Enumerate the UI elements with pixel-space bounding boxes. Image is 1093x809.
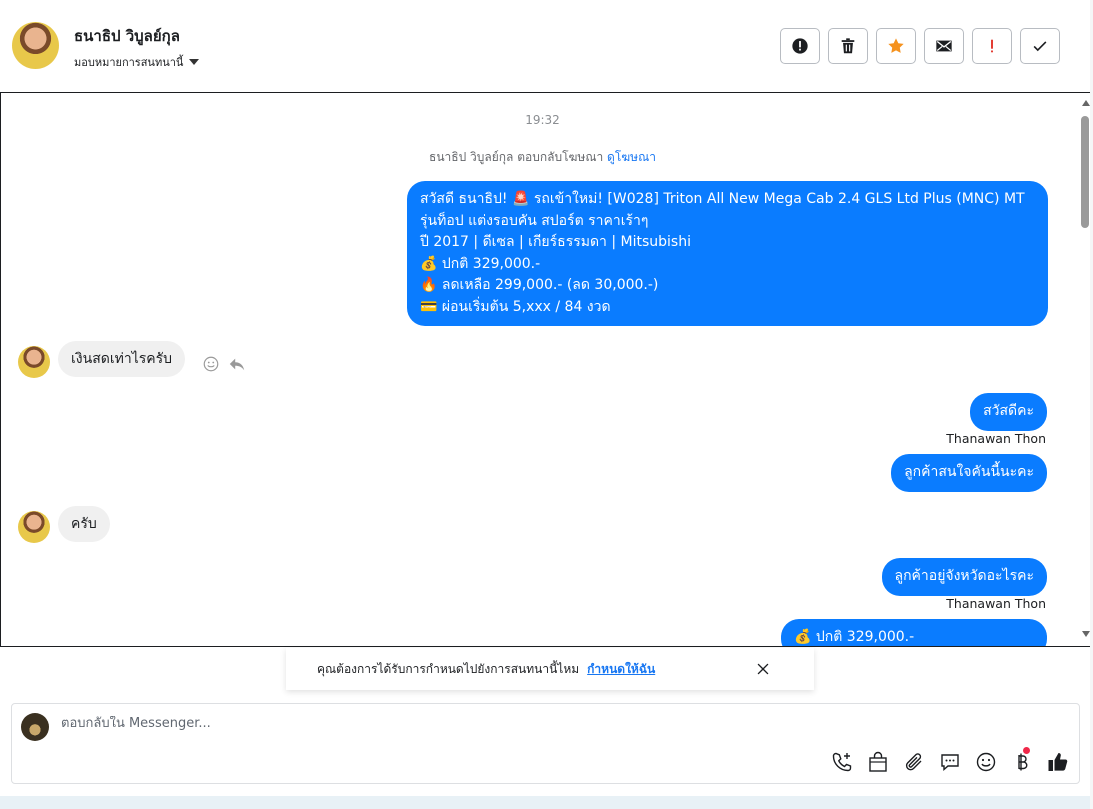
incoming-message[interactable]: เงินสดเท่าไรครับ <box>58 341 186 377</box>
conversation-header: ธนาธิป วิบูลย์กุล มอบหมายการสนทนานี้ <box>0 0 1093 92</box>
outgoing-message[interactable]: ลูกค้าสนใจคันนี้นะคะ <box>891 454 1047 492</box>
assign-prompt-toast: คุณต้องการได้รับการกำหนดไปยังการสนทนานี้… <box>286 648 814 690</box>
ad-message-line: 🔥 ลดเหลือ 299,000.- (ลด 30,000.-) <box>420 277 659 293</box>
message-thread[interactable]: 19:32 ธนาธิป วิบูลย์กุล ตอบกลับโฆษณา ดูโ… <box>0 92 1093 647</box>
ad-message-line: สวัสดี ธนาธิป! 🚨 รถเข้าใหม่! [W028] Trit… <box>420 191 1025 207</box>
incoming-message[interactable]: ครับ <box>58 506 110 542</box>
exclamation-icon <box>991 39 993 53</box>
notification-dot <box>1023 747 1030 754</box>
baht-payment-button[interactable] <box>1010 747 1034 774</box>
reply-input[interactable] <box>61 716 961 731</box>
trash-icon <box>841 38 855 54</box>
important-button[interactable] <box>972 28 1012 64</box>
envelope-icon <box>936 40 952 52</box>
star-button[interactable] <box>876 28 916 64</box>
check-icon <box>1033 41 1047 52</box>
scroll-down-arrow-icon[interactable] <box>1082 631 1090 637</box>
smiley-icon[interactable] <box>974 750 998 774</box>
outgoing-message[interactable]: สวัสดีคะ <box>970 393 1047 431</box>
sender-name: Thanawan Thon <box>946 431 1046 446</box>
composer-tools <box>830 747 1070 774</box>
reply-icon[interactable] <box>228 355 246 373</box>
assign-prompt-text: คุณต้องการได้รับการกำหนดไปยังการสนทนานี้… <box>317 661 580 676</box>
close-icon[interactable] <box>754 660 772 678</box>
done-button[interactable] <box>1020 28 1060 64</box>
ad-message-line: 💰 ปกติ 329,000.- <box>420 255 541 272</box>
caret-down-icon <box>189 59 200 65</box>
message-tools <box>202 355 246 373</box>
call-add-icon[interactable] <box>830 750 854 774</box>
ad-message-line: 💳 ผ่อนเริ่มต้น 5,xxx / 84 งวด <box>420 298 611 315</box>
header-actions <box>780 28 1060 64</box>
star-icon <box>888 38 904 53</box>
report-button[interactable] <box>780 28 820 64</box>
ad-reply-text: ธนาธิป วิบูลย์กุล ตอบกลับโฆษณา <box>429 150 604 164</box>
outgoing-message[interactable]: ลูกค้าอยู่จังหวัดอะไรคะ <box>881 558 1047 596</box>
scrollbar-thumb[interactable] <box>1081 116 1089 228</box>
ad-message-line: รุ่นท็อป แต่งรอบคัน สปอร์ต ราคาเร้าๆ <box>420 212 649 229</box>
exclamation-circle-icon <box>792 38 808 54</box>
message-composer <box>11 703 1080 784</box>
view-ad-link[interactable]: ดูโฆษณา <box>607 150 656 164</box>
contact-avatar[interactable] <box>12 22 59 69</box>
ad-reply-notice: ธนาธิป วิบูลย์กุล ตอบกลับโฆษณา ดูโฆษณา <box>1 148 1084 167</box>
contact-avatar-small[interactable] <box>18 511 50 543</box>
delete-button[interactable] <box>828 28 868 64</box>
paperclip-icon[interactable] <box>902 750 926 774</box>
assign-conversation-dropdown[interactable]: มอบหมายการสนทนานี้ <box>74 53 200 71</box>
ad-message-line: ปี 2017 | ดีเซล | เกียร์ธรรมดา | Mitsubi… <box>420 234 691 250</box>
page-avatar <box>21 713 49 741</box>
thumbs-up-icon[interactable] <box>1046 750 1070 774</box>
chat-bubble-icon[interactable] <box>938 750 962 774</box>
smiley-reaction-icon[interactable] <box>202 355 220 373</box>
bottom-strip <box>0 796 1093 809</box>
contact-avatar-small[interactable] <box>18 346 50 378</box>
outgoing-message[interactable]: 💰 ปกติ 329,000.- <box>781 619 1047 646</box>
message-timestamp: 19:32 <box>525 113 560 127</box>
mail-button[interactable] <box>924 28 964 64</box>
sender-name: Thanawan Thon <box>946 596 1046 611</box>
contact-name[interactable]: ธนาธิป วิบูลย์กุล <box>74 24 180 48</box>
assign-label: มอบหมายการสนทนานี้ <box>74 56 184 69</box>
assign-to-me-link[interactable]: กำหนดให้ฉัน <box>587 660 655 679</box>
shopping-bag-icon[interactable] <box>866 750 890 774</box>
scroll-up-arrow-icon[interactable] <box>1082 100 1090 106</box>
baht-icon <box>1018 753 1028 771</box>
outgoing-ad-message[interactable]: สวัสดี ธนาธิป! 🚨 รถเข้าใหม่! [W028] Trit… <box>407 181 1048 326</box>
